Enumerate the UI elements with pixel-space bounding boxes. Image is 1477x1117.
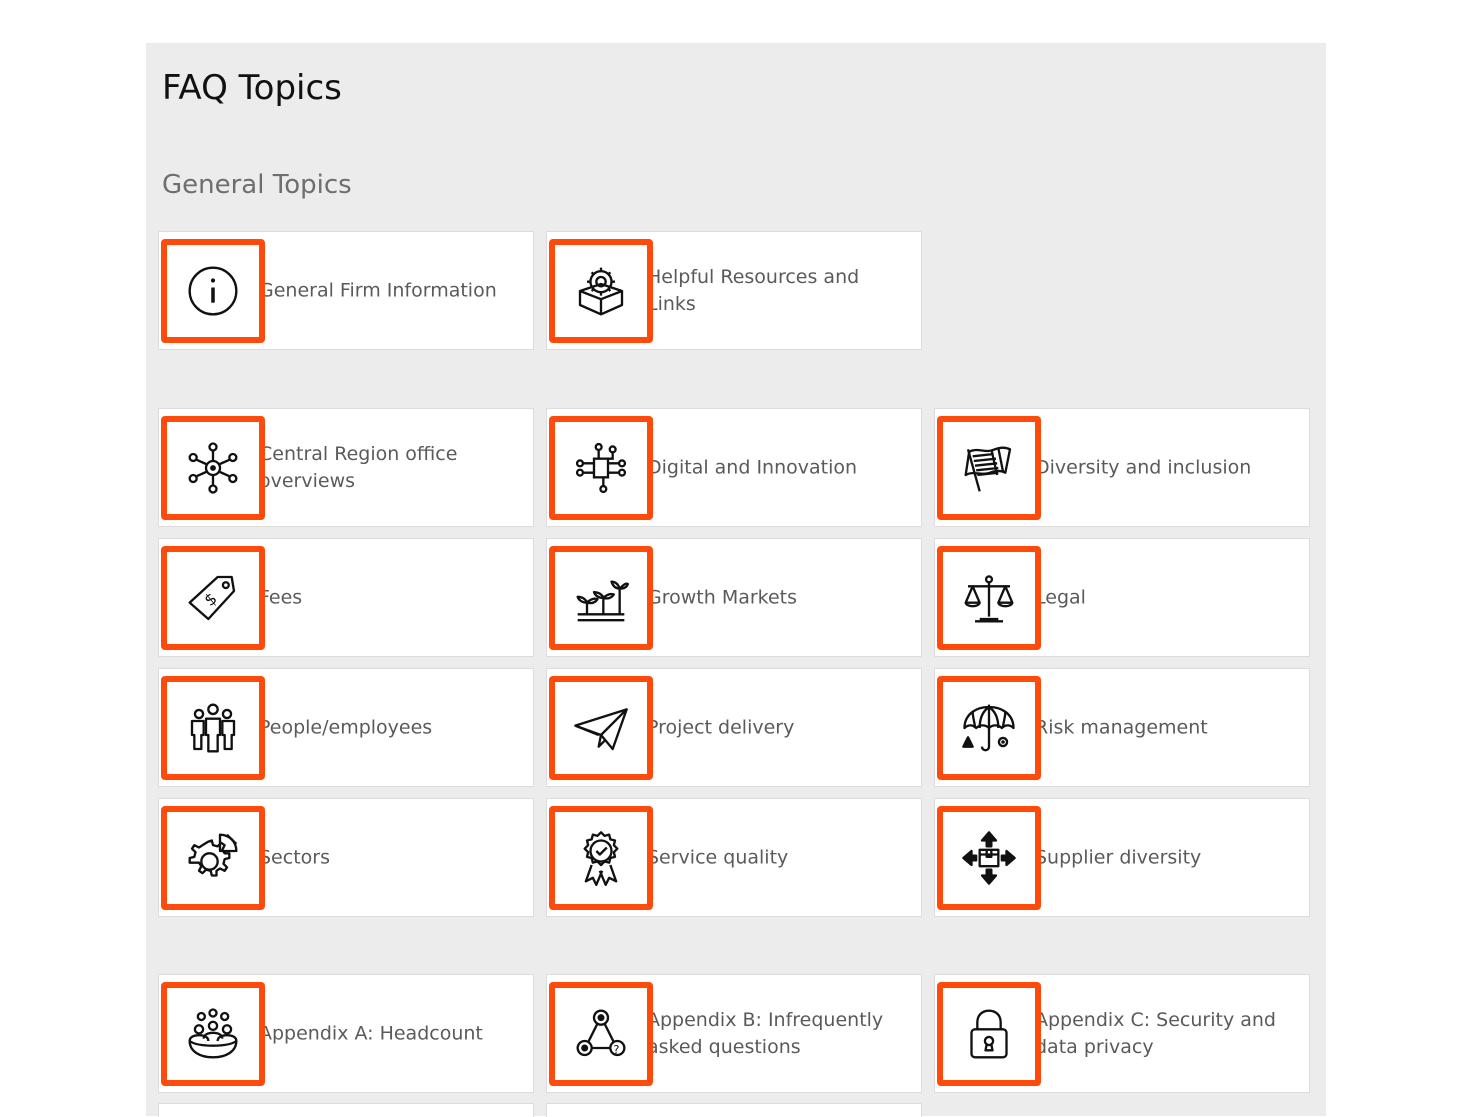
svg-text:$: $: [200, 589, 220, 610]
flag-icon: [937, 416, 1041, 520]
price-tag-icon: $: [161, 546, 265, 650]
topic-card-diversity[interactable]: Diversity and inclusion: [934, 408, 1310, 527]
topic-card-fees[interactable]: $ Fees: [158, 538, 534, 657]
topic-label: Helpful Resources and Links: [647, 265, 860, 315]
topic-label: Appendix B: Infrequently asked questions: [647, 1008, 884, 1058]
topic-label: Project delivery: [647, 716, 795, 738]
topic-card-service[interactable]: Service quality: [546, 798, 922, 917]
box-arrows-icon: [937, 806, 1041, 910]
topic-card-partial[interactable]: [546, 1103, 922, 1117]
topic-label: Fees: [259, 586, 303, 608]
topic-label: Appendix A: Headcount: [259, 1022, 483, 1044]
topic-card-digital[interactable]: Digital and Innovation: [546, 408, 922, 527]
svg-text:?: ?: [613, 1042, 619, 1056]
award-badge-icon: [549, 806, 653, 910]
page-title: FAQ Topics: [162, 68, 342, 108]
topic-card-appendix-c[interactable]: Appendix C: Security and data privacy: [934, 974, 1310, 1093]
topic-card-sectors[interactable]: Sectors: [158, 798, 534, 917]
topic-card-helpful-resources[interactable]: Helpful Resources and Links: [546, 231, 922, 350]
topic-label: Risk management: [1035, 716, 1208, 738]
topic-label: People/employees: [259, 716, 433, 738]
topic-label: Service quality: [647, 846, 789, 868]
topic-card-central-region[interactable]: Central Region office overviews: [158, 408, 534, 527]
sprout-icon: [549, 546, 653, 650]
gear-box-icon: [549, 239, 653, 343]
topic-label: Legal: [1035, 586, 1086, 608]
circuit-icon: [549, 416, 653, 520]
scales-icon: [937, 546, 1041, 650]
people-icon: [161, 676, 265, 780]
paper-plane-icon: [549, 676, 653, 780]
topic-label: Appendix C: Security and data privacy: [1035, 1008, 1276, 1058]
topic-label: Central Region office overviews: [259, 442, 458, 492]
question-network-icon: ?: [549, 982, 653, 1086]
topic-label: General Firm Information: [259, 279, 497, 301]
topic-card-project[interactable]: Project delivery: [546, 668, 922, 787]
topic-card-partial[interactable]: [158, 1103, 534, 1117]
topic-label: Growth Markets: [647, 586, 798, 608]
section-title-general: General Topics: [162, 170, 352, 200]
gear-chart-icon: [161, 806, 265, 910]
topic-card-supplier[interactable]: Supplier diversity: [934, 798, 1310, 917]
topic-card-growth[interactable]: Growth Markets: [546, 538, 922, 657]
group-icon: [161, 982, 265, 1086]
topic-label: Diversity and inclusion: [1035, 456, 1252, 478]
topic-card-people[interactable]: People/employees: [158, 668, 534, 787]
umbrella-icon: [937, 676, 1041, 780]
topic-label: Digital and Innovation: [647, 456, 858, 478]
info-icon: [161, 239, 265, 343]
topic-card-appendix-a[interactable]: Appendix A: Headcount: [158, 974, 534, 1093]
topic-card-appendix-b[interactable]: ? Appendix B: Infrequently asked questio…: [546, 974, 922, 1093]
padlock-icon: [937, 982, 1041, 1086]
topic-card-general-firm[interactable]: General Firm Information: [158, 231, 534, 350]
network-hub-icon: [161, 416, 265, 520]
topic-label: Supplier diversity: [1035, 846, 1202, 868]
topic-label: Sectors: [259, 846, 330, 868]
topic-card-legal[interactable]: Legal: [934, 538, 1310, 657]
topic-card-risk[interactable]: Risk management: [934, 668, 1310, 787]
